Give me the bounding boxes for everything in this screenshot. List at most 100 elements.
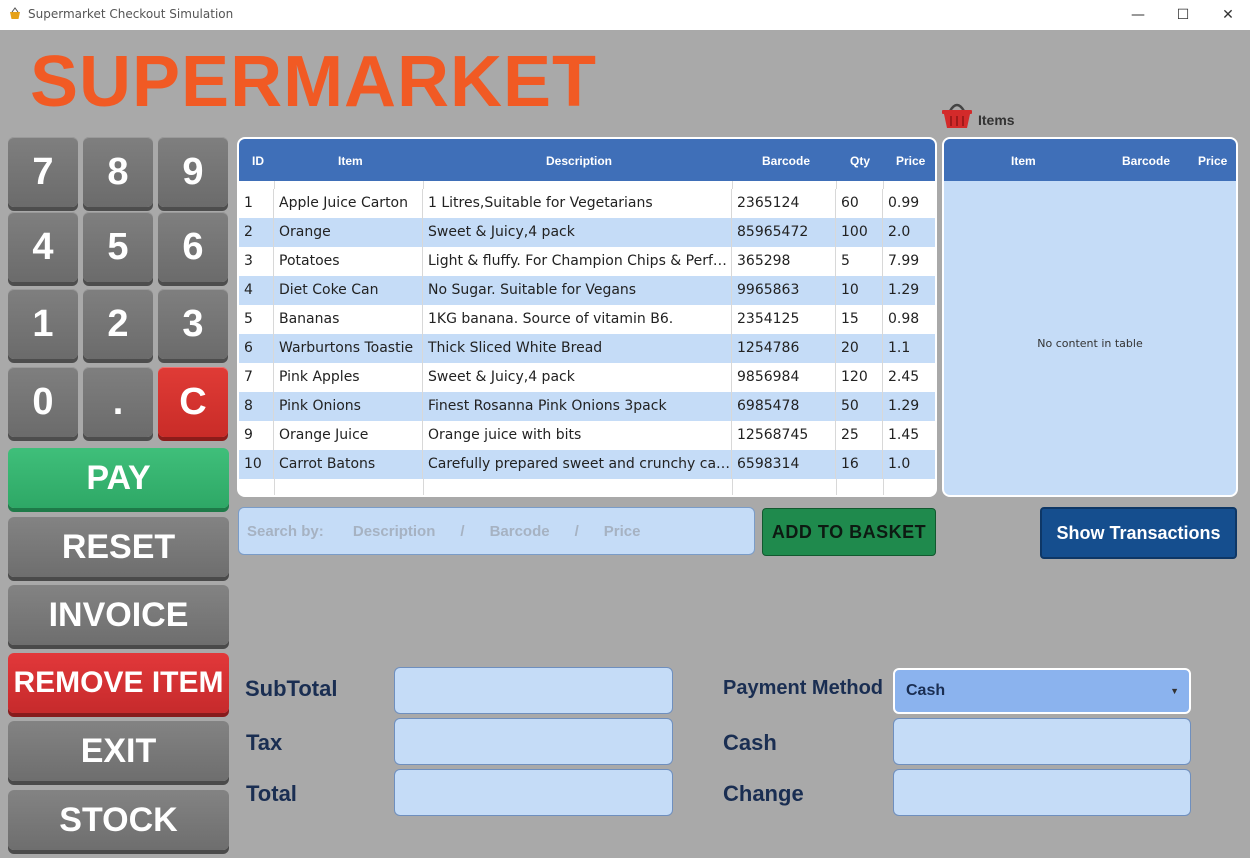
- cell-description: Orange juice with bits: [423, 421, 732, 450]
- products-table[interactable]: ID Item Description Barcode Qty Price 1A…: [237, 137, 937, 497]
- cell-qty: 100: [836, 218, 883, 247]
- key-7[interactable]: 7: [8, 137, 78, 207]
- key-1[interactable]: 1: [8, 289, 78, 359]
- col-barcode[interactable]: Barcode: [1122, 154, 1170, 168]
- cell-id: 5: [239, 305, 274, 334]
- table-row[interactable]: 6 Warburtons Toastie Thick Sliced White Br…: [239, 334, 935, 363]
- table-row[interactable]: 2 Orange Sweet & Juicy,4 pack 85965472 100 2.…: [239, 218, 935, 247]
- table-row[interactable]: 10 Carrot Batons Carefully prepared sweet …: [239, 450, 935, 479]
- cell-barcode: 365298: [732, 247, 836, 276]
- cell-item: Bananas: [274, 305, 423, 334]
- change-field[interactable]: [893, 769, 1191, 816]
- col-item[interactable]: Item: [338, 154, 363, 168]
- cell-price: 1.29: [888, 282, 920, 298]
- subtotal-field[interactable]: [394, 667, 673, 714]
- cell-item: Potatoes: [274, 247, 423, 276]
- tax-label: Tax: [246, 730, 283, 755]
- table-row[interactable]: 8 Pink Onions Finest Rosanna Pink Onions 3…: [239, 392, 935, 421]
- payment-method-label: Payment Method: [723, 677, 884, 699]
- col-barcode[interactable]: Barcode: [762, 154, 810, 168]
- pay-button[interactable]: PAY: [8, 448, 229, 508]
- remove-item-button[interactable]: REMOVE ITEM: [8, 653, 229, 713]
- cell-qty: 10: [836, 276, 883, 305]
- cell-price: 1.1: [888, 340, 911, 356]
- col-id[interactable]: ID: [252, 154, 264, 168]
- minimize-button[interactable]: —: [1115, 0, 1161, 30]
- products-table-body: 1 Apple Juice Carton 1 Litres,Suitable for…: [239, 189, 935, 479]
- cell-barcode: 85965472: [732, 218, 836, 247]
- cell-price: 7.99: [888, 253, 920, 269]
- key-5[interactable]: 5: [83, 212, 153, 282]
- close-button[interactable]: ✕: [1205, 0, 1250, 30]
- key-0[interactable]: 0: [8, 367, 78, 437]
- cell-qty: 60: [836, 189, 883, 218]
- table-row[interactable]: 5 Bananas 1KG banana. Source of vitamin B…: [239, 305, 935, 334]
- reset-button[interactable]: RESET: [8, 517, 229, 577]
- cell-price: 1.45: [888, 427, 920, 443]
- cash-field[interactable]: [893, 718, 1191, 765]
- add-to-basket-button[interactable]: ADD TO BASKET: [762, 508, 936, 556]
- cell-barcode: 9856984: [732, 363, 836, 392]
- cell-qty: 15: [836, 305, 883, 334]
- cell-price: 2.0: [888, 224, 911, 240]
- cell-price: 1.29: [888, 398, 920, 414]
- key-4[interactable]: 4: [8, 212, 78, 282]
- table-row[interactable]: 9 Orange Juice Orange juice with bits 12568…: [239, 421, 935, 450]
- cell-qty: 20: [836, 334, 883, 363]
- cell-item: Carrot Batons: [274, 450, 423, 479]
- change-label: Change: [723, 781, 804, 806]
- key-decimal[interactable]: .: [83, 367, 153, 437]
- total-field[interactable]: [394, 769, 673, 816]
- cell-id: 4: [239, 276, 274, 305]
- cell-qty: 120: [836, 363, 883, 392]
- cell-description: 1 Litres,Suitable for Vegetarians: [423, 189, 732, 218]
- cell-id: 7: [239, 363, 274, 392]
- basket-app-icon: [10, 7, 20, 19]
- key-clear[interactable]: C: [158, 367, 228, 437]
- subtotal-label: SubTotal: [245, 676, 338, 701]
- payment-method-value: Cash: [906, 682, 946, 699]
- maximize-button[interactable]: ☐: [1160, 0, 1206, 30]
- key-9[interactable]: 9: [158, 137, 228, 207]
- cell-description: Sweet & Juicy,4 pack: [423, 218, 732, 247]
- cell-price: 0.98: [888, 311, 920, 327]
- stock-button[interactable]: STOCK: [8, 790, 229, 850]
- cell-description: No Sugar. Suitable for Vegans: [423, 276, 732, 305]
- cell-item: Pink Apples: [274, 363, 423, 392]
- table-row[interactable]: 3 Potatoes Light & fluffy. For Champion Ch…: [239, 247, 935, 276]
- col-item[interactable]: Item: [1011, 154, 1036, 168]
- table-row[interactable]: 4 Diet Coke Can No Sugar. Suitable for Veg…: [239, 276, 935, 305]
- key-3[interactable]: 3: [158, 289, 228, 359]
- basket-table-header: Item Barcode Price: [944, 139, 1236, 181]
- col-price[interactable]: Price: [1198, 154, 1227, 168]
- payment-method-select[interactable]: Cash ▼: [893, 668, 1191, 714]
- key-6[interactable]: 6: [158, 212, 228, 282]
- exit-button[interactable]: EXIT: [8, 721, 229, 781]
- products-table-header: ID Item Description Barcode Qty Price: [239, 139, 935, 181]
- col-price[interactable]: Price: [896, 154, 925, 168]
- supermarket-logo: SUPERMARKET: [30, 42, 598, 122]
- invoice-button[interactable]: INVOICE: [8, 585, 229, 645]
- col-qty[interactable]: Qty: [850, 154, 870, 168]
- key-8[interactable]: 8: [83, 137, 153, 207]
- key-2[interactable]: 2: [83, 289, 153, 359]
- cell-barcode: 2354125: [732, 305, 836, 334]
- table-row[interactable]: 7 Pink Apples Sweet & Juicy,4 pack 9856984 1…: [239, 363, 935, 392]
- col-description[interactable]: Description: [546, 154, 612, 168]
- title-bar: Supermarket Checkout Simulation — ☐ ✕: [0, 0, 1250, 30]
- search-input[interactable]: [238, 507, 755, 555]
- basket-table[interactable]: Item Barcode Price No content in table: [942, 137, 1238, 497]
- cell-description: 1KG banana. Source of vitamin B6.: [423, 305, 732, 334]
- cell-id: 6: [239, 334, 274, 363]
- tax-field[interactable]: [394, 718, 673, 765]
- cell-id: 9: [239, 421, 274, 450]
- table-row[interactable]: 1 Apple Juice Carton 1 Litres,Suitable for…: [239, 189, 935, 218]
- cell-barcode: 2365124: [732, 189, 836, 218]
- cell-description: Thick Sliced White Bread: [423, 334, 732, 363]
- cell-description: Finest Rosanna Pink Onions 3pack: [423, 392, 732, 421]
- cell-price: 2.45: [888, 369, 920, 385]
- cell-barcode: 9965863: [732, 276, 836, 305]
- cell-qty: 16: [836, 450, 883, 479]
- total-label: Total: [246, 781, 297, 806]
- show-transactions-button[interactable]: Show Transactions: [1040, 507, 1237, 559]
